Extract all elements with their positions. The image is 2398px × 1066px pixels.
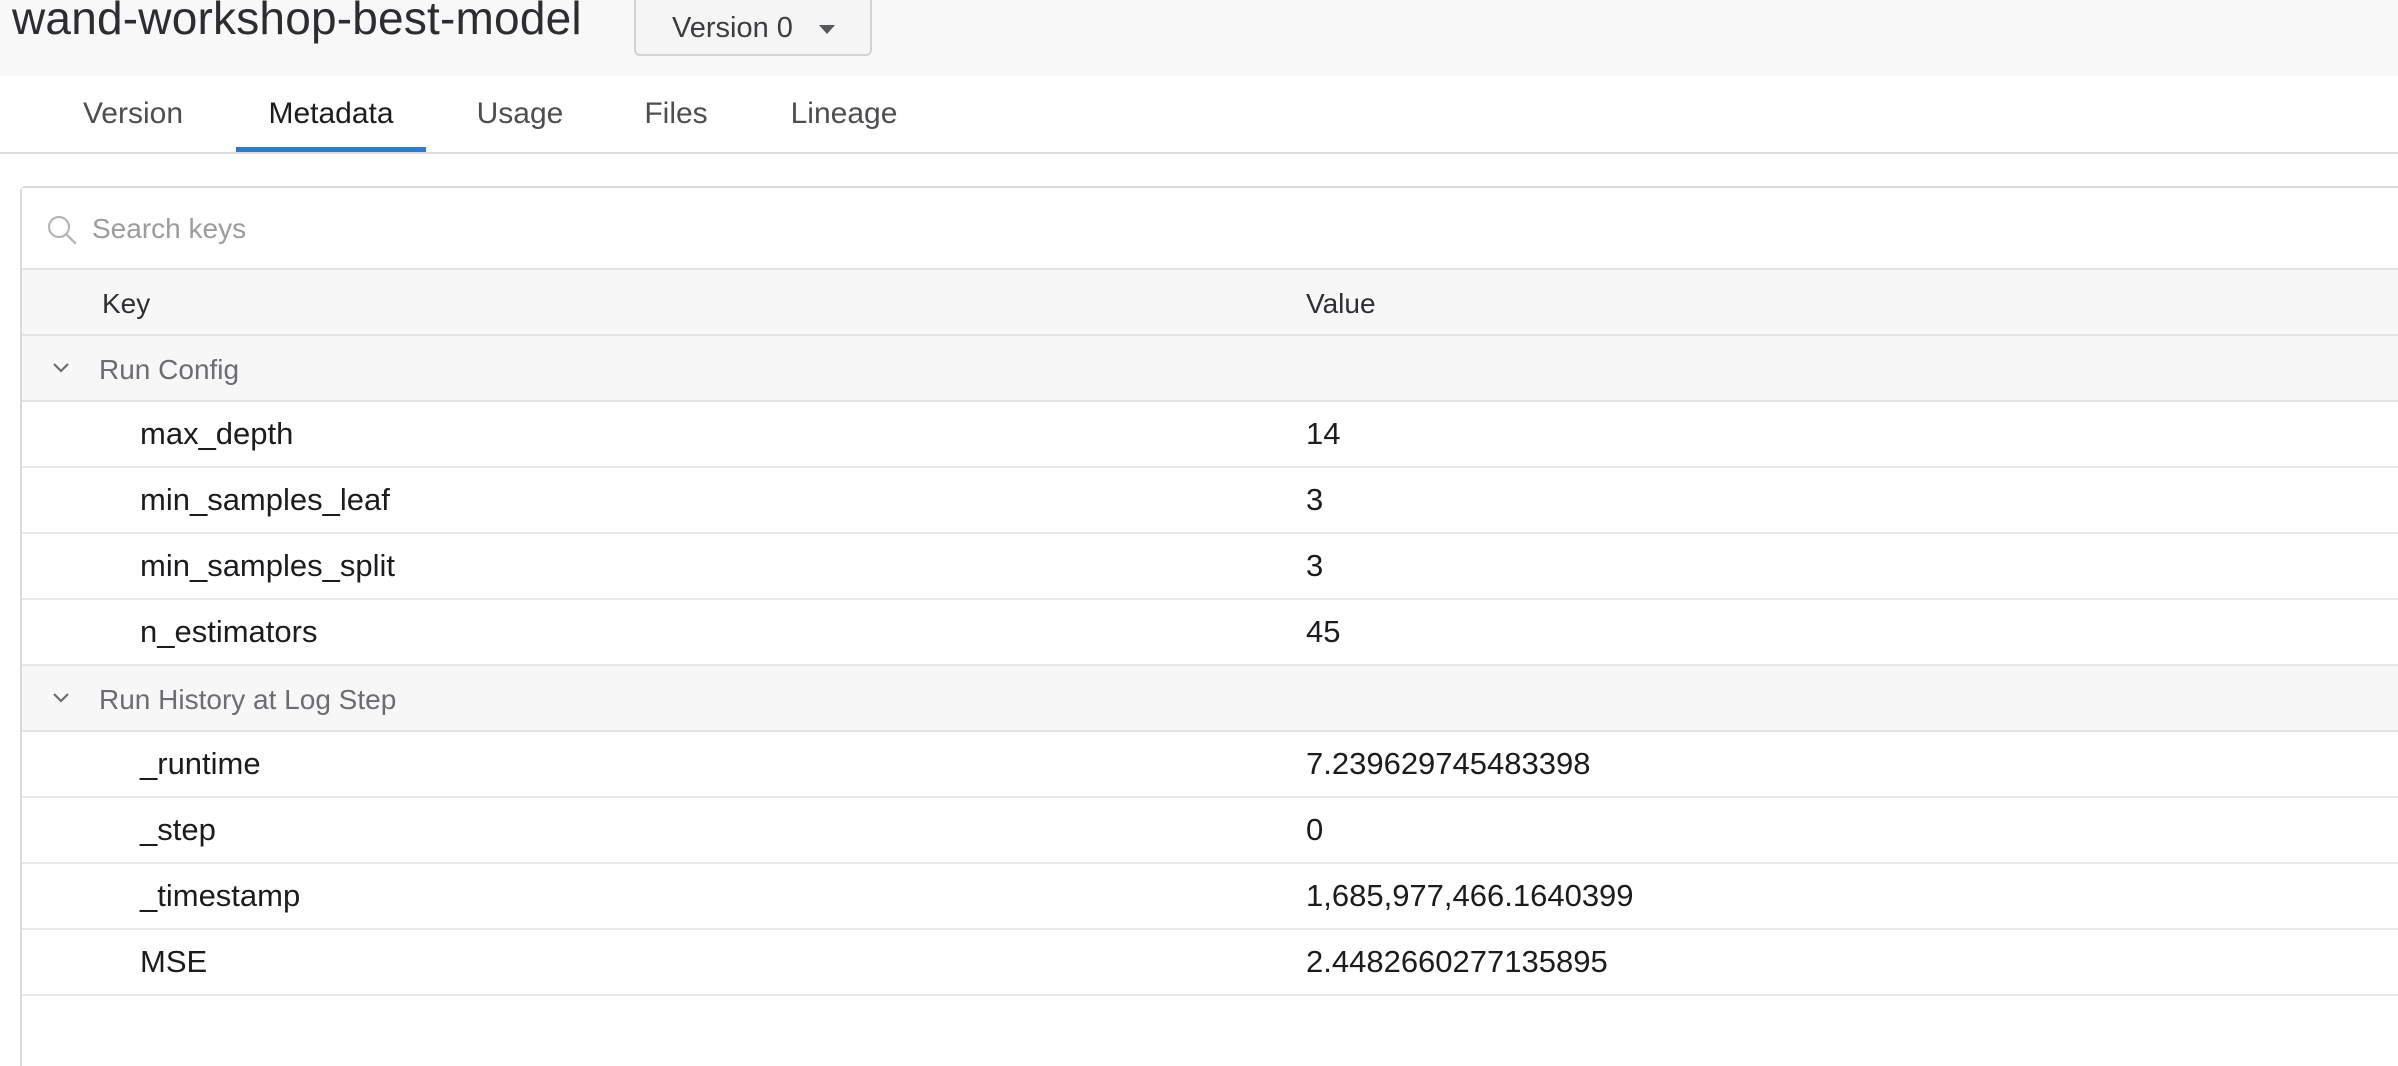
table-row: n_estimators 45 — [22, 600, 2398, 666]
table-row: _step 0 — [22, 798, 2398, 864]
row-value: 7.239629745483398 — [1306, 746, 1591, 781]
row-key: max_depth — [140, 416, 294, 451]
row-value: 3 — [1306, 482, 1324, 517]
tab-metadata[interactable]: Metadata — [236, 76, 426, 154]
group-label: Run History at Log Step — [99, 684, 397, 715]
row-value: 2.4482660277135895 — [1306, 944, 1608, 979]
group-row-run-config[interactable]: Run Config — [22, 336, 2398, 402]
row-key: _timestamp — [140, 878, 301, 913]
tab-bar: Version Metadata Usage Files Lineage — [0, 76, 2398, 154]
group-row-run-history[interactable]: Run History at Log Step — [22, 666, 2398, 732]
tab-usage[interactable]: Usage — [460, 76, 580, 154]
search-input[interactable] — [92, 202, 1292, 256]
row-key: MSE — [140, 944, 208, 979]
page-title: wand-workshop-best-model — [12, 0, 582, 44]
row-value: 0 — [1306, 812, 1324, 847]
chevron-down-icon[interactable] — [52, 362, 70, 374]
table-row: MSE 2.4482660277135895 — [22, 930, 2398, 996]
row-value: 14 — [1306, 416, 1341, 451]
tab-files[interactable]: Files — [624, 76, 728, 154]
table-header: Key Value — [22, 270, 2398, 336]
table-row: max_depth 14 — [22, 402, 2398, 468]
table-row: _runtime 7.239629745483398 — [22, 732, 2398, 798]
table-row: min_samples_split 3 — [22, 534, 2398, 600]
metadata-panel: Key Value Run Config max_depth 14 min_sa… — [20, 186, 2398, 1066]
column-header-value[interactable]: Value — [1306, 288, 1376, 320]
row-key: min_samples_leaf — [140, 482, 390, 517]
row-key: n_estimators — [140, 614, 318, 649]
row-value: 1,685,977,466.1640399 — [1306, 878, 1634, 913]
group-label: Run Config — [99, 354, 240, 385]
caret-down-icon — [818, 24, 835, 34]
table-row: min_samples_leaf 3 — [22, 468, 2398, 534]
chevron-down-icon[interactable] — [52, 692, 70, 704]
table-row: _timestamp 1,685,977,466.1640399 — [22, 864, 2398, 930]
active-tab-indicator — [236, 147, 426, 152]
row-value: 45 — [1306, 614, 1341, 649]
version-dropdown[interactable]: Version 0 — [634, 0, 872, 56]
artifact-header: wand-workshop-best-model Version 0 — [0, 0, 2398, 76]
tab-lineage[interactable]: Lineage — [770, 76, 918, 154]
row-value: 3 — [1306, 548, 1324, 583]
row-key: _runtime — [140, 746, 261, 781]
column-header-key[interactable]: Key — [102, 288, 150, 320]
tab-version[interactable]: Version — [66, 76, 200, 154]
row-key: min_samples_split — [140, 548, 395, 583]
version-label: Version 0 — [672, 11, 793, 44]
row-key: _step — [140, 812, 216, 847]
search-icon — [47, 215, 77, 245]
search-bar — [22, 188, 2398, 270]
